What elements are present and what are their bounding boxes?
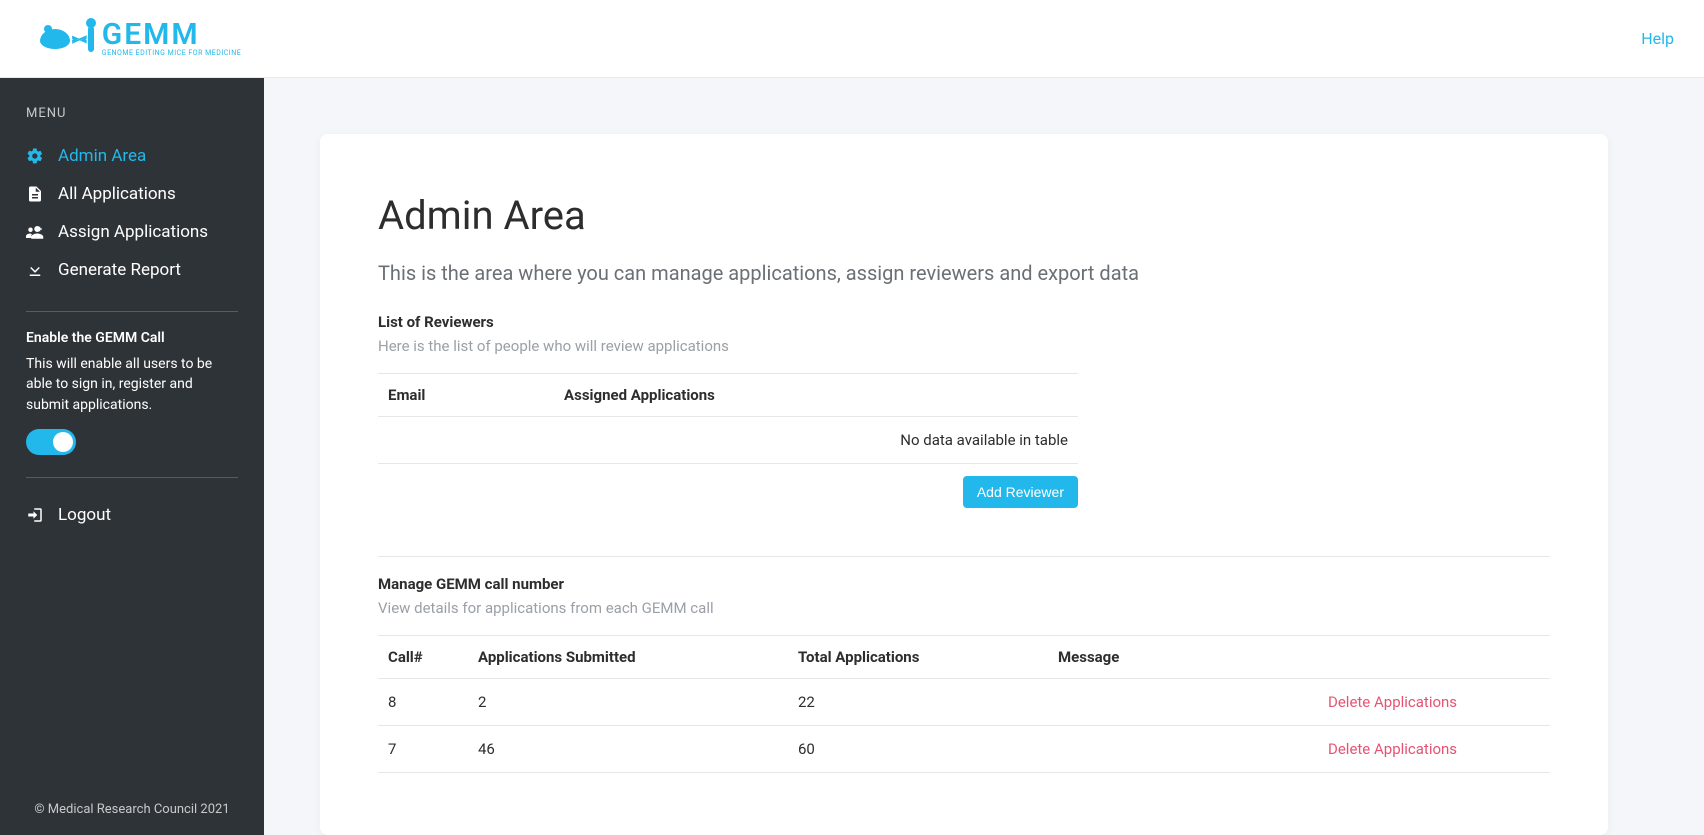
toggle-knob	[53, 432, 73, 452]
download-icon	[26, 261, 44, 279]
sidebar-item-label: Assign Applications	[58, 222, 208, 242]
nav-list: Admin Area All Applications Assign Appli…	[26, 137, 238, 289]
table-header-total[interactable]: Total Applications	[788, 636, 1048, 679]
calls-table: Call# Applications Submitted Total Appli…	[378, 635, 1550, 773]
menu-heading: MENU	[26, 106, 238, 121]
dna-icon: ⫸⫷	[72, 31, 86, 47]
page-title: Admin Area	[378, 192, 1550, 239]
cell-message	[1048, 726, 1318, 773]
logo-text-sub: GENOME EDITING MICE FOR MEDICINE	[102, 50, 241, 57]
sidebar-item-all-applications[interactable]: All Applications	[26, 175, 238, 213]
delete-applications-link[interactable]: Delete Applications	[1328, 693, 1457, 711]
sidebar-item-label: Admin Area	[58, 146, 146, 166]
toggle-title: Enable the GEMM Call	[26, 330, 238, 346]
sidebar-item-label: Logout	[58, 505, 111, 525]
topbar: ⫸⫷ GEMM GENOME EDITING MICE FOR MEDICINE…	[0, 0, 1704, 78]
people-plus-icon	[26, 223, 44, 241]
table-header-actions	[1318, 636, 1550, 679]
add-reviewer-button[interactable]: Add Reviewer	[963, 476, 1078, 508]
page-subtitle: This is the area where you can manage ap…	[378, 261, 1550, 285]
divider	[26, 311, 238, 312]
table-row: 7 46 60 Delete Applications	[378, 726, 1550, 773]
logo-text-main: GEMM	[102, 20, 241, 50]
sidebar-item-logout[interactable]: Logout	[26, 496, 238, 534]
content-card: Admin Area This is the area where you ca…	[320, 134, 1608, 835]
logo-graphic: ⫸⫷	[40, 26, 94, 52]
cell-message	[1048, 679, 1318, 726]
mouse-icon	[40, 29, 70, 49]
logo[interactable]: ⫸⫷ GEMM GENOME EDITING MICE FOR MEDICINE	[40, 20, 241, 57]
sidebar: MENU Admin Area All Applications Assign …	[0, 78, 264, 835]
divider	[26, 477, 238, 478]
sidebar-item-assign-applications[interactable]: Assign Applications	[26, 213, 238, 251]
cell-submitted: 46	[468, 726, 788, 773]
table-header-email[interactable]: Email	[378, 374, 554, 417]
logout-icon	[26, 506, 44, 524]
section-divider	[378, 556, 1550, 557]
table-header-submitted[interactable]: Applications Submitted	[468, 636, 788, 679]
gear-icon	[26, 147, 44, 165]
main-content: Admin Area This is the area where you ca…	[264, 78, 1704, 835]
cell-total: 60	[788, 726, 1048, 773]
delete-applications-link[interactable]: Delete Applications	[1328, 740, 1457, 758]
calls-section-desc: View details for applications from each …	[378, 599, 1550, 617]
sidebar-item-label: Generate Report	[58, 260, 181, 280]
sidebar-item-admin-area[interactable]: Admin Area	[26, 137, 238, 175]
document-icon	[26, 185, 44, 203]
reviewers-table: Email Assigned Applications No data avai…	[378, 373, 1078, 464]
cell-call: 7	[378, 726, 468, 773]
sidebar-item-generate-report[interactable]: Generate Report	[26, 251, 238, 289]
reviewers-section-desc: Here is the list of people who will revi…	[378, 337, 1550, 355]
table-row: 8 2 22 Delete Applications	[378, 679, 1550, 726]
cell-total: 22	[788, 679, 1048, 726]
no-data-message: No data available in table	[378, 417, 1078, 464]
reviewers-section-title: List of Reviewers	[378, 313, 1550, 331]
sidebar-item-label: All Applications	[58, 184, 176, 204]
person-icon	[88, 26, 94, 52]
help-link[interactable]: Help	[1641, 29, 1674, 48]
table-header-call[interactable]: Call#	[378, 636, 468, 679]
toggle-description: This will enable all users to be able to…	[26, 354, 238, 415]
table-header-assigned[interactable]: Assigned Applications	[554, 374, 1078, 417]
cell-call: 8	[378, 679, 468, 726]
calls-section-title: Manage GEMM call number	[378, 575, 1550, 593]
enable-call-toggle[interactable]	[26, 429, 76, 455]
table-header-message[interactable]: Message	[1048, 636, 1318, 679]
toggle-section: Enable the GEMM Call This will enable al…	[26, 330, 238, 455]
cell-submitted: 2	[468, 679, 788, 726]
footer-text: © Medical Research Council 2021	[0, 802, 264, 817]
